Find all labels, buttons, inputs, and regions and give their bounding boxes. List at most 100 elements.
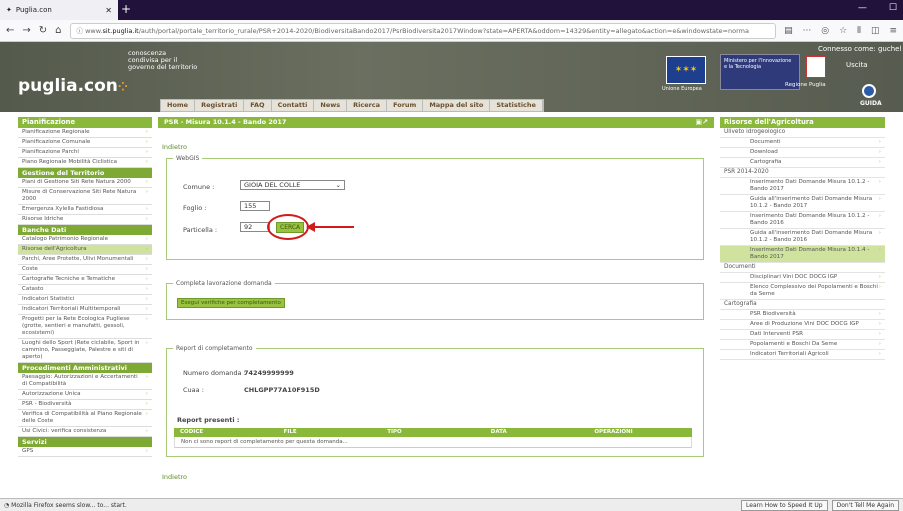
dont-tell-button[interactable]: Don't Tell Me Again <box>831 499 899 511</box>
sidebar-item-label: Luoghi dello Sport (Rete ciclabile, Spor… <box>22 340 140 360</box>
chevron-right-icon: › <box>878 247 881 253</box>
window-controls-icon[interactable]: ▣↗ <box>696 118 708 127</box>
right-sidebar-item[interactable]: Elenco Complessivo dei Popolamenti e Bos… <box>720 283 885 300</box>
more-icon[interactable]: ··· <box>803 26 812 36</box>
verifica-button[interactable]: Esegui verifiche per completamento <box>177 298 285 308</box>
sidebar-item[interactable]: GPS › <box>18 447 152 457</box>
right-sidebar-item[interactable]: Disciplinari Vini DOC DOCG IGP › <box>720 273 885 283</box>
right-sidebar-item[interactable]: Inserimento Dati Domande Misura 10.1.4 -… <box>720 246 885 263</box>
sidebar-item[interactable]: Catasto › <box>18 285 152 295</box>
sidebar-item[interactable]: PSR - Biodiversità › <box>18 400 152 410</box>
menu-home[interactable]: Home <box>161 100 196 111</box>
speed-up-button[interactable]: Learn How to Speed It Up <box>741 499 828 511</box>
sidebar-item[interactable]: Pianificazione Regionale › <box>18 128 152 138</box>
report-table: CODICE FILE TIPO DATA OPERAZIONI Non ci … <box>174 428 692 448</box>
bookmark-star-icon[interactable]: ☆ <box>839 26 847 36</box>
sidebar-item[interactable]: Indicatori Territoriali Multitemporali › <box>18 305 152 315</box>
sidebar-item-label: GPS <box>22 448 34 454</box>
sidebar-item[interactable]: Paesaggio: Autorizzazioni e Accertamenti… <box>18 373 152 390</box>
right-sidebar-item[interactable]: Guida all'inserimento Dati Domande Misur… <box>720 195 885 212</box>
comune-select[interactable]: GIOIA DEL COLLE ⌄ <box>240 180 345 190</box>
logout-link[interactable]: Uscita <box>846 61 868 69</box>
menu-statistiche[interactable]: Statistiche <box>490 100 543 111</box>
right-group-title: Cartografia <box>720 300 885 310</box>
site-logo[interactable]: puglia.con⁘ <box>18 76 128 96</box>
browser-tab[interactable]: ✦ Puglia.con ✕ <box>0 0 118 20</box>
url-prefix: www. <box>85 26 103 35</box>
sidebar-item[interactable]: Luoghi dello Sport (Rete ciclabile, Spor… <box>18 339 152 363</box>
sidebar-item[interactable]: Risorse Idriche › <box>18 215 152 225</box>
right-sidebar-item[interactable]: Guida all'inserimento Dati Domande Misur… <box>720 229 885 246</box>
sidebar-item[interactable]: Pianificazione Parchi › <box>18 148 152 158</box>
sidebar-item-label: Parchi, Aree Protette, Ulivi Monumentali <box>22 256 134 262</box>
home-icon[interactable]: ⌂ <box>55 25 61 36</box>
guide-link[interactable]: GUIDA <box>860 100 882 107</box>
eu-flag-icon: ✶✶✶ <box>666 56 706 84</box>
menu-registrati[interactable]: Registrati <box>195 100 245 111</box>
url-bar[interactable]: ⓘ www.sit.puglia.it/auth/portal/portale_… <box>69 22 777 39</box>
sidebar-item[interactable]: Emergenza Xylella Fastidiosa › <box>18 205 152 215</box>
firefox-icon: ◔ <box>4 501 12 509</box>
sidebar-item[interactable]: Parchi, Aree Protette, Ulivi Monumentali… <box>18 255 152 265</box>
right-sidebar-item[interactable]: Indicatori Territoriali Agricoli › <box>720 350 885 360</box>
help-icon[interactable] <box>862 84 876 98</box>
right-sidebar-item-label: Documenti <box>750 139 781 145</box>
right-sidebar-item[interactable]: Documenti › <box>720 138 885 148</box>
chevron-right-icon: › <box>145 159 148 165</box>
menu-contatti[interactable]: Contatti <box>272 100 315 111</box>
back-link[interactable]: Indietro <box>162 143 187 151</box>
maximize-icon[interactable]: ☐ <box>889 3 897 13</box>
sidebar-item[interactable]: Misure di Conservazione Siti Rete Natura… <box>18 188 152 205</box>
sidebar-item[interactable]: Usi Civici: verifica consistenza › <box>18 427 152 437</box>
reader-icon[interactable]: ▤ <box>784 26 793 36</box>
menu-forum[interactable]: Forum <box>387 100 424 111</box>
sidebar-item[interactable]: Pianificazione Comunale › <box>18 138 152 148</box>
chevron-right-icon: › <box>878 213 881 219</box>
right-sidebar-item[interactable]: Inserimento Dati Domande Misura 10.1.2 -… <box>720 212 885 229</box>
reload-icon[interactable]: ↻ <box>39 25 47 36</box>
chevron-right-icon: › <box>878 149 881 155</box>
close-tab-icon[interactable]: ✕ <box>105 6 112 15</box>
chevron-right-icon: › <box>145 401 148 407</box>
right-sidebar-item[interactable]: Dati Interventi PSR › <box>720 330 885 340</box>
back-link-bottom[interactable]: Indietro <box>162 473 187 481</box>
chevron-right-icon: › <box>878 274 881 280</box>
sidebar-item[interactable]: Autorizzazione Unica › <box>18 390 152 400</box>
new-tab-button[interactable]: + <box>121 2 131 16</box>
particella-label: Particella : <box>183 226 218 234</box>
menu-news[interactable]: News <box>314 100 348 111</box>
minimize-icon[interactable]: — <box>858 3 867 13</box>
sidebar-item[interactable]: Coste › <box>18 265 152 275</box>
sidebar-item[interactable]: Piani di Gestione Siti Rete Natura 2000 › <box>18 178 152 188</box>
sidebar-item[interactable]: Piano Regionale Mobilità Ciclistica › <box>18 158 152 168</box>
back-icon[interactable]: ← <box>6 25 14 36</box>
chevron-right-icon: › <box>145 216 148 222</box>
sidebar-item[interactable]: Progetti per la Rete Ecologica Pugliese … <box>18 315 152 339</box>
menu-faq[interactable]: FAQ <box>244 100 272 111</box>
foglio-input[interactable]: 155 <box>240 201 270 211</box>
sidebar-item[interactable]: Catalogo Patrimonio Regionale › <box>18 235 152 245</box>
right-sidebar-item-label: Guida all'inserimento Dati Domande Misur… <box>750 196 873 209</box>
right-sidebar-item[interactable]: Inserimento Dati Domande Misura 10.1.2 -… <box>720 178 885 195</box>
particella-input[interactable]: 92 <box>240 222 270 232</box>
sidebar-item[interactable]: Risorse dell'Agricoltura › <box>18 245 152 255</box>
chevron-right-icon: › <box>878 341 881 347</box>
right-sidebar-item[interactable]: Download › <box>720 148 885 158</box>
sidebar-icon[interactable]: ◫ <box>871 26 880 36</box>
right-sidebar-item[interactable]: Popolamenti e Boschi Da Seme › <box>720 340 885 350</box>
pocket-icon[interactable]: ◎ <box>821 26 829 36</box>
right-sidebar-item[interactable]: Cartografia › <box>720 158 885 168</box>
menu-ricerca[interactable]: Ricerca <box>347 100 388 111</box>
forward-icon[interactable]: → <box>22 25 30 36</box>
menu-mappa[interactable]: Mappa del sito <box>423 100 491 111</box>
sidebar-item[interactable]: Verifica di Compatibilità al Piano Regio… <box>18 410 152 427</box>
library-icon[interactable]: ⫴ <box>857 26 861 36</box>
sidebar-item[interactable]: Indicatori Statistici › <box>18 295 152 305</box>
right-sidebar-item[interactable]: Aree di Produzione Vini DOC DOCG IGP › <box>720 320 885 330</box>
sidebar-item-label: Paesaggio: Autorizzazioni e Accertamenti… <box>22 374 138 387</box>
right-sidebar-item[interactable]: PSR Biodiversità › <box>720 310 885 320</box>
menu-icon[interactable]: ≡ <box>889 26 897 36</box>
sidebar-item-label: Risorse Idriche <box>22 216 64 222</box>
sidebar-item[interactable]: Cartografie Tecniche e Tematiche › <box>18 275 152 285</box>
left-sidebar: Pianificazione Pianificazione Regionale › P… <box>18 117 152 457</box>
